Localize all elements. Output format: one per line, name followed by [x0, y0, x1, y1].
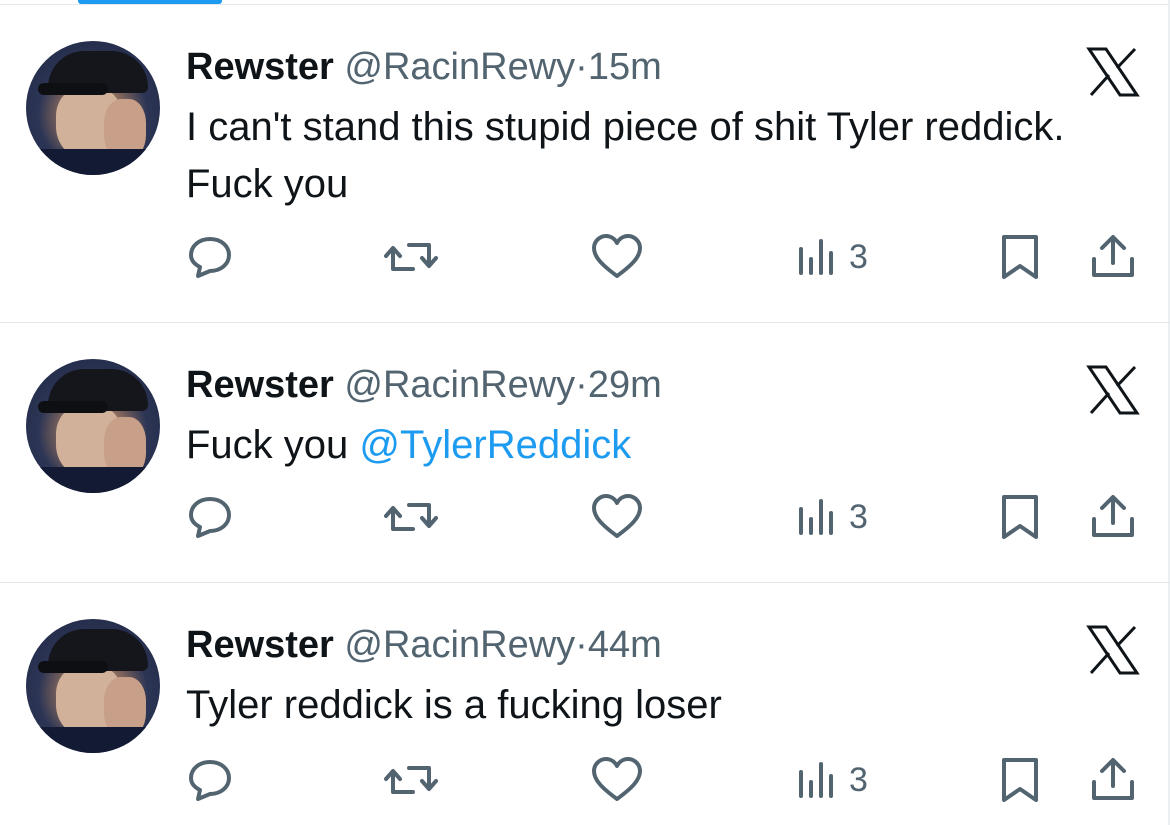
views-icon — [799, 239, 833, 275]
mention-link[interactable]: @TylerReddick — [359, 423, 631, 467]
views-button[interactable]: 3 — [795, 227, 868, 287]
avatar[interactable] — [26, 41, 160, 175]
heart-icon — [592, 757, 642, 801]
user-handle[interactable]: @RacinRewy — [344, 46, 575, 88]
display-name[interactable]: Rewster — [186, 364, 334, 406]
retweet-icon — [384, 503, 438, 531]
share-button[interactable] — [1088, 750, 1138, 810]
x-logo-icon[interactable] — [1086, 365, 1140, 415]
views-count: 3 — [849, 497, 868, 536]
share-button[interactable] — [1088, 227, 1138, 287]
user-handle[interactable]: @RacinRewy — [344, 624, 575, 666]
bookmark-button[interactable] — [998, 487, 1042, 547]
share-button[interactable] — [1088, 487, 1138, 547]
like-button[interactable] — [590, 750, 644, 810]
reply-button[interactable] — [186, 487, 234, 547]
bookmark-icon — [1002, 758, 1038, 802]
reply-button[interactable] — [186, 227, 234, 287]
bookmark-icon — [1002, 235, 1038, 279]
reply-icon — [189, 237, 231, 278]
separator-dot: · — [575, 46, 588, 88]
heart-icon — [592, 234, 642, 278]
tweet[interactable]: Rewster @RacinRewy·29m Fuck you @TylerRe… — [0, 323, 1170, 583]
share-icon — [1092, 235, 1134, 277]
share-icon — [1092, 758, 1134, 800]
x-logo-icon[interactable] — [1086, 625, 1140, 675]
tweet[interactable]: Rewster @RacinRewy·44m Tyler reddick is … — [0, 583, 1170, 825]
timestamp[interactable]: 29m — [588, 364, 662, 406]
like-button[interactable] — [590, 227, 644, 287]
display-name[interactable]: Rewster — [186, 46, 334, 88]
reply-icon — [189, 760, 231, 801]
separator-dot: · — [575, 364, 588, 406]
tweet-text-part: Tyler reddick is a fucking loser — [186, 683, 722, 727]
tweet-header: Rewster @RacinRewy·29m — [186, 363, 662, 407]
timestamp[interactable]: 15m — [588, 46, 662, 88]
timestamp[interactable]: 44m — [588, 624, 662, 666]
tweet[interactable]: Rewster @RacinRewy·15m I can't stand thi… — [0, 5, 1170, 323]
views-icon — [799, 762, 833, 798]
tweet-text: Fuck you @TylerReddick — [186, 417, 1086, 474]
retweet-icon — [384, 766, 438, 794]
views-count: 3 — [849, 237, 868, 276]
views-icon — [799, 499, 833, 535]
like-button[interactable] — [590, 487, 644, 547]
views-button[interactable]: 3 — [795, 750, 868, 810]
avatar[interactable] — [26, 359, 160, 493]
avatar[interactable] — [26, 619, 160, 753]
share-icon — [1092, 495, 1134, 537]
tweet-actions: 3 — [0, 487, 1170, 547]
display-name[interactable]: Rewster — [186, 624, 334, 666]
reply-button[interactable] — [186, 750, 234, 810]
retweet-button[interactable] — [383, 750, 439, 810]
tweet-actions: 3 — [0, 750, 1170, 810]
tweet-text: Tyler reddick is a fucking loser — [186, 677, 1086, 734]
reply-icon — [189, 497, 231, 538]
separator-dot: · — [575, 624, 588, 666]
retweet-button[interactable] — [383, 487, 439, 547]
views-count: 3 — [849, 760, 868, 799]
user-handle[interactable]: @RacinRewy — [344, 364, 575, 406]
tweet-header: Rewster @RacinRewy·15m — [186, 45, 662, 89]
views-button[interactable]: 3 — [795, 487, 868, 547]
tweet-text-part: I can't stand this stupid piece of shit … — [186, 105, 1065, 206]
tweet-text-part: Fuck you — [186, 423, 360, 467]
retweet-button[interactable] — [383, 227, 439, 287]
tweet-header: Rewster @RacinRewy·44m — [186, 623, 662, 667]
heart-icon — [592, 494, 642, 538]
tweet-text: I can't stand this stupid piece of shit … — [186, 99, 1086, 213]
bookmark-icon — [1002, 495, 1038, 539]
bookmark-button[interactable] — [998, 227, 1042, 287]
tweet-actions: 3 — [0, 227, 1170, 287]
retweet-icon — [384, 243, 438, 271]
bookmark-button[interactable] — [998, 750, 1042, 810]
x-logo-icon[interactable] — [1086, 47, 1140, 97]
